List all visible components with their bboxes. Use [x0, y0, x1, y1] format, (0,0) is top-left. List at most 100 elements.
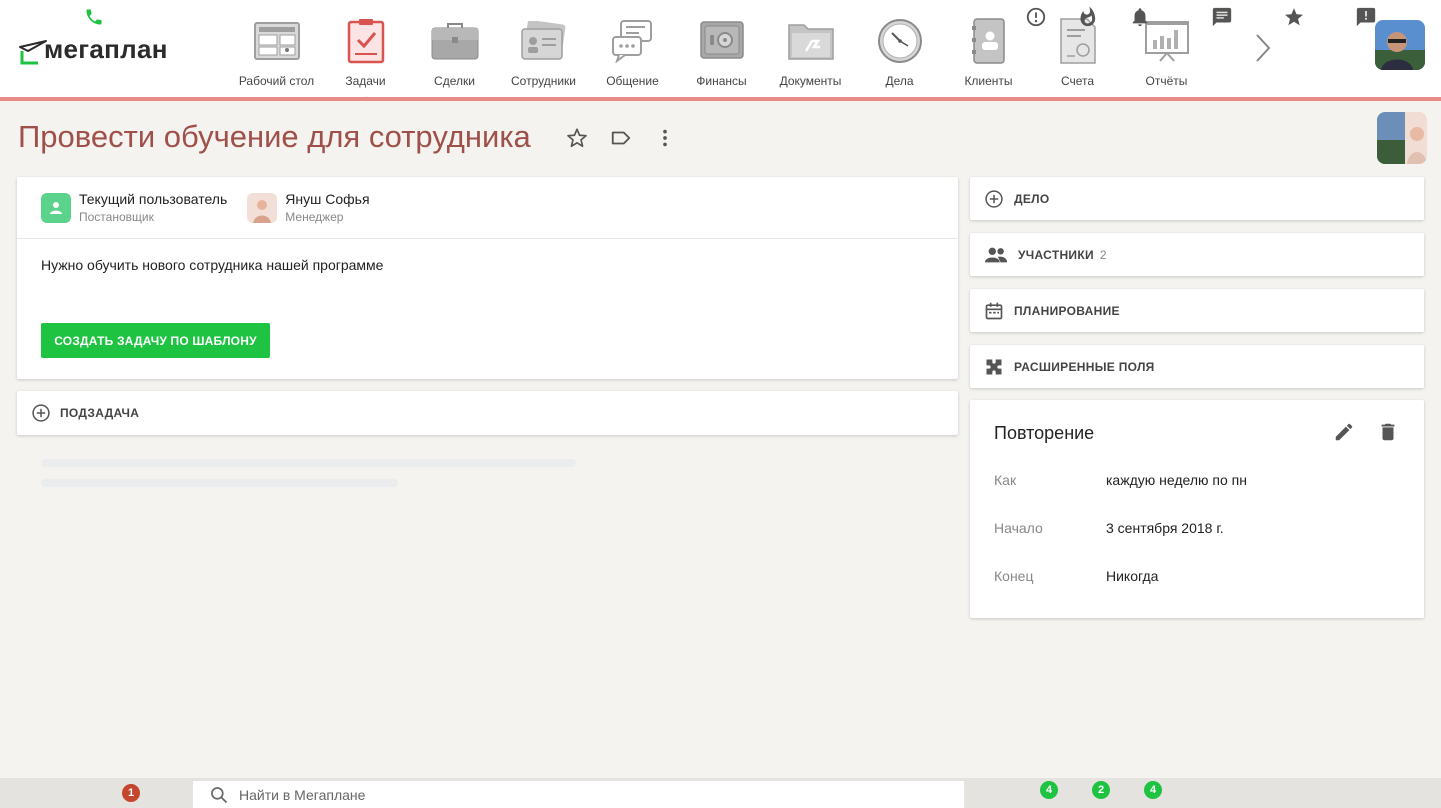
nav-item-employees[interactable]: Сотрудники — [499, 0, 588, 97]
subtask-label: ПОДЗАДАЧА — [60, 406, 140, 420]
nav-label: Сотрудники — [511, 74, 576, 88]
search-input[interactable] — [239, 786, 939, 803]
repeat-row-end: Конец Никогда — [994, 568, 1158, 584]
participants-label: УЧАСТНИКИ — [1018, 247, 1094, 262]
participants-avatars[interactable] — [1377, 112, 1427, 164]
alerts-button[interactable] — [1024, 4, 1048, 30]
tag-button[interactable] — [610, 126, 632, 150]
participants-card[interactable]: УЧАСТНИКИ 2 — [970, 233, 1424, 276]
repeat-key: Конец — [994, 568, 1034, 584]
extended-fields-label: РАСШИРЕННЫЕ ПОЛЯ — [1014, 359, 1155, 374]
title-actions — [566, 126, 676, 150]
nav-item-affairs[interactable]: Дела — [855, 0, 944, 97]
add-deal-card[interactable]: ДЕЛО — [970, 177, 1424, 220]
person-manager[interactable]: Януш Софья Менеджер — [247, 191, 370, 224]
folder-icon — [787, 18, 835, 64]
current-user-avatar[interactable] — [1375, 20, 1425, 70]
deal-label: ДЕЛО — [1014, 191, 1050, 206]
favorites-button[interactable] — [1282, 4, 1306, 30]
megaplan-logo[interactable]: мегаплан — [18, 34, 168, 65]
nav-item-finance[interactable]: Финансы — [677, 0, 766, 97]
user-icon — [50, 201, 62, 214]
employee-card-icon — [520, 18, 568, 64]
global-search[interactable] — [193, 781, 964, 808]
manager-photo-icon — [247, 192, 278, 223]
repeat-title: Повторение — [994, 423, 1095, 443]
notifications-button[interactable] — [1128, 4, 1152, 30]
repeat-value: Никогда — [1106, 568, 1159, 584]
task-main-card: Текущий пользователь Постановщик Януш Со… — [17, 177, 958, 379]
nav-next-button[interactable] — [1248, 28, 1278, 68]
task-people-row: Текущий пользователь Постановщик Януш Со… — [17, 177, 958, 239]
star-icon — [567, 128, 587, 148]
phone-badge: 1 — [122, 784, 140, 802]
notifications-badge: 4 — [1144, 781, 1162, 799]
nav-label: Задачи — [345, 74, 386, 88]
repeat-key: Начало — [994, 520, 1043, 536]
loading-placeholder — [41, 479, 398, 487]
nav-item-clients[interactable]: Клиенты — [944, 0, 1033, 97]
star-filled-icon — [1285, 8, 1303, 26]
extension-puzzle-icon — [986, 359, 1002, 374]
nav-item-tasks[interactable]: Задачи — [321, 0, 410, 101]
dashboard-icon — [253, 18, 301, 64]
person-role: Постановщик — [79, 210, 154, 224]
label-tag-icon — [611, 131, 631, 145]
phone-button[interactable] — [82, 4, 106, 30]
planning-label: ПЛАНИРОВАНИЕ — [1014, 303, 1120, 318]
repeat-key: Как — [994, 472, 1017, 488]
repeat-row-start: Начало 3 сентября 2018 г. — [994, 520, 1224, 536]
chevron-right-icon — [1256, 34, 1271, 62]
nav-item-documents[interactable]: Документы — [766, 0, 855, 97]
fire-icon — [1080, 6, 1096, 27]
briefcase-icon — [431, 18, 479, 64]
repeat-value: каждую неделю по пн — [1106, 472, 1247, 488]
safe-icon — [698, 18, 746, 64]
nav-label: Отчёты — [1145, 74, 1188, 88]
avatar — [41, 192, 71, 223]
chat-bubbles-icon — [609, 18, 657, 64]
nav-item-deals[interactable]: Сделки — [410, 0, 499, 97]
alerts-badge: 4 — [1040, 781, 1058, 799]
feedback-button[interactable] — [1354, 4, 1378, 30]
more-menu-button[interactable] — [654, 126, 676, 150]
alert-circle-icon — [1026, 7, 1046, 27]
calendar-icon — [985, 302, 1003, 319]
nav-label: Общение — [606, 74, 659, 88]
planning-card[interactable]: ПЛАНИРОВАНИЕ — [970, 289, 1424, 332]
more-vertical-icon — [663, 129, 667, 147]
clock-icon — [876, 18, 924, 64]
avatar — [247, 192, 278, 223]
nav-label: Дела — [885, 74, 914, 88]
user-photo-avatar-icon — [1375, 20, 1425, 70]
people-group-icon — [984, 247, 1008, 262]
nav-label: Клиенты — [964, 74, 1013, 88]
person-name: Текущий пользователь — [79, 191, 228, 207]
create-task-from-template-button[interactable]: СОЗДАТЬ ЗАДАЧУ ПО ШАБЛОНУ — [41, 323, 270, 358]
hot-items-badge: 2 — [1092, 781, 1110, 799]
loading-placeholder — [41, 459, 576, 467]
favorite-button[interactable] — [566, 126, 588, 150]
add-circle-icon — [985, 189, 1003, 208]
hot-items-button[interactable] — [1076, 4, 1100, 30]
pencil-icon — [1335, 423, 1353, 441]
nav-label: Счета — [1060, 74, 1095, 88]
nav-label: Сделки — [434, 74, 475, 88]
messages-button[interactable] — [1210, 4, 1234, 30]
page-title: Провести обучение для сотрудника — [18, 119, 531, 154]
logo-text: мегаплан — [44, 34, 168, 64]
trash-icon — [1381, 423, 1395, 441]
task-description: Нужно обучить нового сотрудника нашей пр… — [41, 257, 384, 273]
phone-icon — [86, 9, 102, 25]
add-subtask-card[interactable]: ПОДЗАДАЧА — [17, 391, 958, 435]
repeat-actions — [1332, 420, 1400, 444]
nav-item-communication[interactable]: Общение — [588, 0, 677, 97]
participants-photo-icon — [1377, 112, 1427, 164]
repeat-row-how: Как каждую неделю по пн — [994, 472, 1247, 488]
repeat-card: Повторение Как каждую неделю по пн Начал… — [970, 400, 1424, 618]
person-owner[interactable]: Текущий пользователь Постановщик — [41, 191, 227, 224]
nav-item-dashboard[interactable]: Рабочий стол — [232, 0, 321, 97]
delete-repeat-button[interactable] — [1376, 420, 1400, 444]
edit-repeat-button[interactable] — [1332, 420, 1356, 444]
extended-fields-card[interactable]: РАСШИРЕННЫЕ ПОЛЯ — [970, 345, 1424, 388]
